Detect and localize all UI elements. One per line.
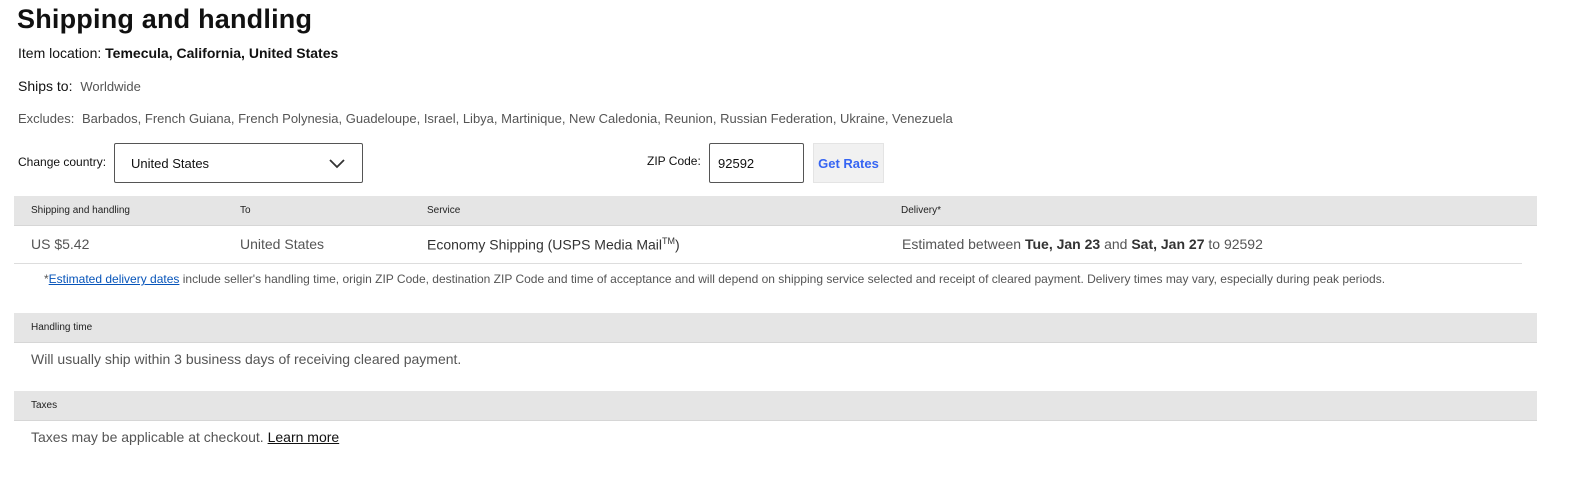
learn-more-link[interactable]: Learn more (268, 429, 340, 445)
table-row: US $5.42 United States Economy Shipping … (14, 226, 1522, 263)
item-location-row: Item location: Temecula, California, Uni… (18, 45, 338, 61)
taxes-header-label: Taxes (31, 400, 58, 411)
estimated-delivery-dates-link[interactable]: Estimated delivery dates (49, 272, 180, 286)
get-rates-button[interactable]: Get Rates (813, 143, 884, 183)
taxes-row: Taxes may be applicable at checkout. Lea… (31, 429, 339, 445)
taxes-header: Taxes (14, 391, 1537, 421)
item-location-label: Item location: (18, 45, 102, 61)
header-service: Service (427, 205, 461, 216)
ship-to-country: United States (240, 236, 325, 252)
header-delivery: Delivery* (901, 205, 942, 216)
shipping-price: US $5.42 (31, 236, 90, 252)
delivery-zip: 92592 (1223, 236, 1263, 252)
ships-to-label: Ships to: (18, 78, 73, 94)
excludes-label: Excludes: (18, 111, 75, 126)
zip-label: ZIP Code: (647, 154, 701, 168)
trademark-mark: TM (662, 236, 675, 246)
delivery-and: and (1104, 236, 1128, 252)
taxes-text: Taxes may be applicable at checkout. (31, 429, 264, 445)
service-name: Economy Shipping (USPS Media Mail (427, 236, 662, 253)
delivery-estimate: Estimated between Tue, Jan 23 and Sat, J… (902, 236, 1263, 252)
delivery-date-start: Tue, Jan 23 (1024, 236, 1101, 252)
header-to: To (240, 205, 251, 216)
change-country-label: Change country: (18, 155, 107, 169)
delivery-to: to (1208, 236, 1221, 252)
item-location-value: Temecula, California, United States (105, 45, 339, 61)
delivery-date-end: Sat, Jan 27 (1131, 236, 1205, 252)
row-divider (14, 263, 1522, 264)
delivery-prefix: Estimated between (902, 236, 1022, 252)
service-close: ) (675, 236, 680, 253)
country-select-value: United States (131, 156, 210, 171)
excludes-row: Excludes: Barbados, French Guiana, Frenc… (18, 111, 953, 126)
handling-header-label: Handling time (31, 322, 93, 333)
zip-input[interactable] (709, 143, 804, 183)
shipping-table-header: Shipping and handling To Service Deliver… (14, 196, 1537, 226)
shipping-service: Economy Shipping (USPS Media MailTM) (427, 236, 680, 253)
handling-time-header: Handling time (14, 313, 1537, 343)
note-text: include seller's handling time, origin Z… (182, 272, 1386, 286)
chevron-down-icon (329, 159, 345, 169)
excludes-value: Barbados, French Guiana, French Polynesi… (82, 111, 953, 126)
page-title: Shipping and handling (17, 4, 313, 34)
ships-to-row: Ships to: Worldwide (18, 78, 141, 94)
ships-to-value: Worldwide (80, 79, 141, 94)
header-shipping: Shipping and handling (31, 205, 130, 216)
country-select[interactable]: United States (114, 143, 363, 183)
delivery-note: *Estimated delivery dates include seller… (44, 272, 1385, 286)
handling-time-text: Will usually ship within 3 business days… (31, 351, 462, 367)
